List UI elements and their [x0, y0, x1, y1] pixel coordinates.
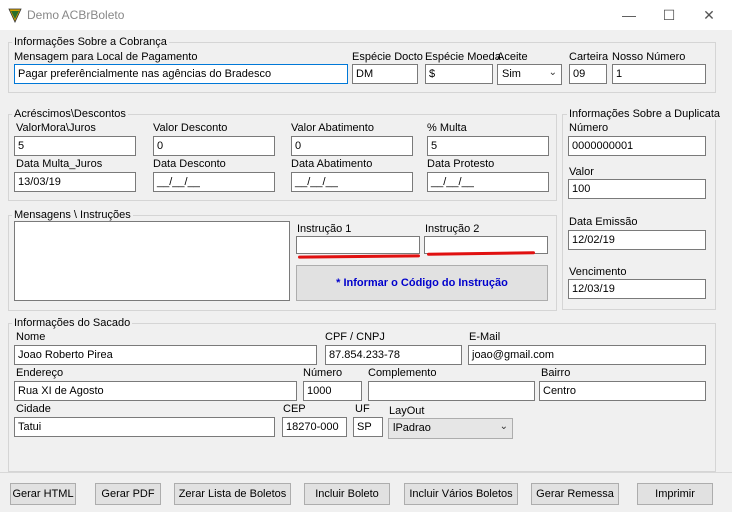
multa-input[interactable]: 5	[427, 136, 549, 156]
mora-input[interactable]: 5	[14, 136, 136, 156]
email-input[interactable]: joao@gmail.com	[468, 345, 706, 365]
chevron-down-icon: ⌄	[499, 421, 508, 432]
imprimir-button[interactable]: Imprimir	[637, 483, 713, 505]
endereco-input[interactable]: Rua XI de Agosto	[14, 381, 297, 401]
incluir-boleto-button[interactable]: Incluir Boleto	[304, 483, 390, 505]
duplicata-group-title: Informações Sobre a Duplicata	[567, 108, 723, 120]
cpf-input[interactable]: 87.854.233-78	[325, 345, 462, 365]
title-bar: Demo ACBrBoleto — ☐ ✕	[0, 0, 732, 30]
uf-input[interactable]: SP	[353, 417, 383, 437]
mora-label: ValorMora\Juros	[16, 122, 96, 134]
data-protesto-label: Data Protesto	[427, 158, 495, 170]
endereco-label: Endereço	[16, 367, 64, 379]
cobranca-group-title: Informações Sobre a Cobrança	[12, 36, 169, 48]
bairro-label: Bairro	[541, 367, 571, 379]
maximize-button[interactable]: ☐	[650, 0, 688, 30]
cep-label: CEP	[283, 403, 306, 415]
aceite-value: Sim	[502, 68, 521, 80]
chevron-down-icon: ⌄	[548, 67, 557, 78]
data-abatimento-input[interactable]: __/__/__	[291, 172, 413, 192]
nosso-numero-label: Nosso Número	[612, 51, 686, 63]
complemento-label: Complemento	[368, 367, 437, 379]
data-protesto-input[interactable]: __/__/__	[427, 172, 549, 192]
multa-label: % Multa	[427, 122, 467, 134]
abatimento-label: Valor Abatimento	[291, 122, 374, 134]
cidade-input[interactable]: Tatui	[14, 417, 275, 437]
aceite-select[interactable]: Sim ⌄	[497, 64, 562, 85]
data-emissao-input[interactable]: 12/02/19	[568, 230, 706, 250]
uf-label: UF	[355, 403, 370, 415]
duplicata-numero-label: Número	[569, 122, 609, 134]
sacado-numero-label: Número	[303, 367, 343, 379]
data-desconto-input[interactable]: __/__/__	[153, 172, 275, 192]
layout-select[interactable]: lPadrao ⌄	[388, 418, 513, 439]
cpf-label: CPF / CNPJ	[325, 331, 385, 343]
divider	[0, 472, 732, 473]
mensagens-memo[interactable]	[14, 221, 290, 301]
complemento-input[interactable]	[368, 381, 535, 401]
aceite-label: Aceite	[497, 51, 528, 63]
abatimento-input[interactable]: 0	[291, 136, 413, 156]
carteira-label: Carteira	[569, 51, 609, 63]
cidade-label: Cidade	[16, 403, 51, 415]
zerar-lista-button[interactable]: Zerar Lista de Boletos	[174, 483, 291, 505]
close-button[interactable]: ✕	[690, 0, 728, 30]
instrucao2-label: Instrução 2	[425, 223, 480, 235]
form-client-area: Informações Sobre a Cobrança Mensagem pa…	[0, 30, 732, 512]
email-label: E-Mail	[469, 331, 501, 343]
data-emissao-label: Data Emissão	[569, 216, 638, 228]
desconto-input[interactable]: 0	[153, 136, 275, 156]
especie-docto-label: Espécie Docto	[352, 51, 423, 63]
acrescimos-group-title: Acréscimos\Descontos	[12, 108, 128, 120]
sacado-group-title: Informações do Sacado	[12, 317, 133, 329]
duplicata-numero-input[interactable]: 0000000001	[568, 136, 706, 156]
layout-value: lPadrao	[393, 422, 431, 434]
bairro-input[interactable]: Centro	[539, 381, 706, 401]
minimize-button[interactable]: —	[610, 0, 648, 30]
instrucao1-input[interactable]	[296, 236, 420, 254]
window-title: Demo ACBrBoleto	[27, 8, 125, 22]
data-multa-label: Data Multa_Juros	[16, 158, 103, 170]
vencimento-input[interactable]: 12/03/19	[568, 279, 706, 299]
local-pagamento-input[interactable]: Pagar preferêncialmente nas agências do …	[14, 64, 348, 84]
incluir-varios-boletos-button[interactable]: Incluir Vários Boletos	[404, 483, 518, 505]
mensagens-group-title: Mensagens \ Instruções	[12, 209, 133, 221]
especie-docto-input[interactable]: DM	[352, 64, 418, 84]
local-pagamento-label: Mensagem para Local de Pagamento	[14, 51, 198, 63]
cep-input[interactable]: 18270-000	[282, 417, 347, 437]
gerar-html-button[interactable]: Gerar HTML	[10, 483, 76, 505]
duplicata-valor-label: Valor	[569, 166, 594, 178]
instrucao1-label: Instrução 1	[297, 223, 352, 235]
especie-moeda-label: Espécie Moeda	[425, 51, 501, 63]
gerar-pdf-button[interactable]: Gerar PDF	[95, 483, 161, 505]
duplicata-valor-input[interactable]: 100	[568, 179, 706, 199]
carteira-input[interactable]: 09	[569, 64, 607, 84]
layout-label: LayOut	[389, 405, 425, 417]
nosso-numero-input[interactable]: 1	[612, 64, 706, 84]
desconto-label: Valor Desconto	[153, 122, 228, 134]
app-icon	[8, 8, 22, 23]
sacado-nome-input[interactable]: Joao Roberto Pirea	[14, 345, 317, 365]
gerar-remessa-button[interactable]: Gerar Remessa	[531, 483, 619, 505]
sacado-nome-label: Nome	[16, 331, 46, 343]
data-multa-input[interactable]: 13/03/19	[14, 172, 136, 192]
data-desconto-label: Data Desconto	[153, 158, 226, 170]
especie-moeda-input[interactable]: $	[425, 64, 493, 84]
informar-codigo-instrucao-button[interactable]: * Informar o Código do Instrução	[296, 265, 548, 301]
vencimento-label: Vencimento	[569, 266, 627, 278]
sacado-numero-input[interactable]: 1000	[303, 381, 362, 401]
data-abatimento-label: Data Abatimento	[291, 158, 373, 170]
